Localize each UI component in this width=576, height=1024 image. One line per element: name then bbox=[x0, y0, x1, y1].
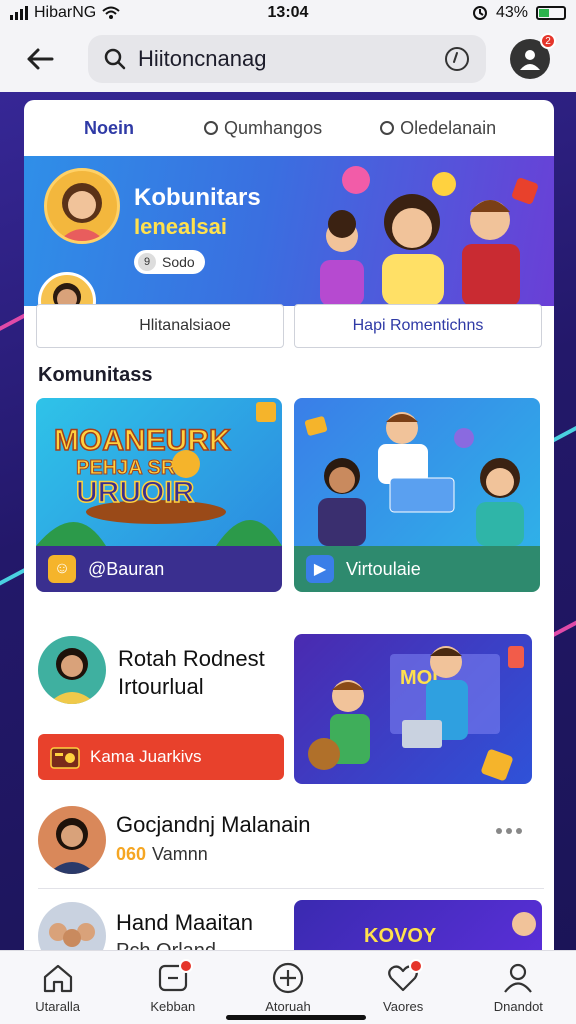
nav-label: Dnandot bbox=[493, 999, 543, 1014]
meta-prefix: 060 bbox=[116, 844, 147, 864]
location-icon bbox=[380, 121, 395, 135]
logo-text-1: MOANEURK bbox=[54, 424, 231, 457]
preview-text: KOVOY bbox=[364, 925, 437, 947]
clock: 13:04 bbox=[267, 4, 309, 21]
banner-avatar bbox=[44, 168, 120, 244]
battery-icon bbox=[536, 6, 566, 20]
tab-label: Oledelanain bbox=[400, 117, 497, 138]
main-card: Noein Qumhangos Oledelanain Kobunitars I… bbox=[24, 100, 554, 952]
promo-artwork[interactable]: MOI bbox=[294, 634, 532, 784]
status-bar: HibarNG 13:04 43% bbox=[0, 0, 576, 26]
woman-avatar-icon bbox=[48, 648, 96, 704]
tab-oledelanain[interactable]: Oledelanain bbox=[380, 118, 496, 139]
plus-circle-icon bbox=[272, 962, 304, 994]
woman-avatar-icon bbox=[48, 818, 96, 874]
feed-action-button[interactable]: Kama Juarkivs bbox=[38, 734, 284, 780]
banner-pill[interactable]: 9 Sodo bbox=[134, 250, 205, 274]
nav-profile[interactable]: Dnandot bbox=[468, 961, 568, 1014]
section-title: Komunitass bbox=[38, 364, 153, 386]
feed-title[interactable]: Hand Maaitan bbox=[116, 910, 253, 936]
action-label: Kama Juarkivs bbox=[90, 747, 202, 766]
nav-favorites[interactable]: Vaores bbox=[353, 959, 453, 1014]
community-tile[interactable]: MOANEURK PEHJA SRU URUOIR ☺ @Bauran bbox=[36, 398, 282, 592]
tab-label: Qumhangos bbox=[224, 117, 323, 138]
nav-add[interactable]: Atoruah bbox=[238, 961, 338, 1014]
radio-icon bbox=[50, 747, 80, 769]
back-button[interactable] bbox=[18, 37, 62, 81]
divider bbox=[38, 888, 544, 889]
community-tile[interactable]: ▶ Virtoulaie bbox=[294, 398, 540, 592]
home-icon bbox=[43, 964, 72, 993]
left-action-button[interactable]: Hlitanalsiaoe bbox=[36, 304, 284, 348]
arrow-left-icon bbox=[27, 48, 54, 70]
feed-subtitle: Vamnn bbox=[152, 844, 208, 864]
profile-button[interactable]: 2 bbox=[510, 33, 556, 79]
feed-title[interactable]: Rotah Rodnest bbox=[118, 646, 265, 672]
notification-badge bbox=[178, 959, 193, 973]
home-indicator bbox=[226, 1015, 366, 1020]
nav-label: Utaralla bbox=[35, 999, 80, 1014]
banner-buttons: Hlitanalsiaoe Hapi Romentichns bbox=[36, 304, 542, 348]
feed-avatar[interactable] bbox=[38, 902, 106, 952]
voice-search-icon[interactable] bbox=[444, 46, 470, 72]
teacher-student-illustration: MOI bbox=[308, 646, 524, 781]
pill-label: Sodo bbox=[162, 254, 195, 270]
community-banner[interactable]: Kobunitars Ienealsai 9 Sodo bbox=[24, 156, 554, 306]
banner-subtitle: Ienealsai bbox=[134, 214, 227, 239]
video-icon: ▶ bbox=[306, 555, 334, 583]
nav-label: Kebban bbox=[150, 999, 196, 1014]
banner-title: Kobunitars bbox=[134, 184, 261, 211]
feed-subtitle: Irtourlual bbox=[118, 674, 204, 699]
person-icon bbox=[520, 50, 540, 70]
tile-artwork: MOANEURK PEHJA SRU URUOIR bbox=[36, 398, 282, 546]
woman-avatar-icon bbox=[59, 183, 105, 241]
group-avatar-icon bbox=[49, 923, 95, 947]
tile-label: Virtoulaie bbox=[346, 558, 421, 579]
search-icon bbox=[104, 48, 126, 70]
notification-badge bbox=[409, 959, 424, 973]
nav-chat[interactable]: Kebban bbox=[123, 959, 223, 1014]
nav-label: Vaores bbox=[383, 999, 424, 1014]
right-action-button[interactable]: Hapi Romentichns bbox=[294, 304, 542, 348]
tab-noein[interactable]: Noein bbox=[84, 118, 134, 139]
notification-badge: 2 bbox=[540, 33, 556, 49]
tile-footer: ☺ @Bauran bbox=[36, 546, 282, 592]
nav-home[interactable]: Utaralla bbox=[8, 961, 108, 1014]
preview-artwork: KOVOY bbox=[364, 912, 536, 947]
tile-footer: ▶ Virtoulaie bbox=[294, 546, 540, 592]
smiley-icon: ☺ bbox=[48, 555, 76, 583]
pill-icon: 9 bbox=[138, 253, 156, 271]
search-bar[interactable] bbox=[88, 35, 486, 83]
more-options-icon[interactable] bbox=[496, 828, 522, 834]
tab-bar: Noein Qumhangos Oledelanain bbox=[24, 100, 554, 156]
kids-reading-illustration bbox=[304, 412, 524, 546]
tile-artwork bbox=[294, 398, 540, 546]
feed-avatar[interactable] bbox=[38, 806, 106, 874]
preview-card[interactable]: KOVOY bbox=[294, 900, 542, 952]
feed-title[interactable]: Gocjandnj Malanain bbox=[116, 812, 310, 838]
family-illustration bbox=[320, 166, 538, 306]
feed-meta: 060 Vamnn bbox=[116, 844, 208, 865]
nav-label: Atoruah bbox=[265, 999, 311, 1014]
feed-avatar[interactable] bbox=[38, 636, 106, 704]
bottom-navigation: Utaralla Kebban Atoruah Vaores Dnandot bbox=[0, 950, 576, 1024]
top-bar: 2 bbox=[0, 26, 576, 92]
game-logo-art: MOANEURK PEHJA SRU URUOIR bbox=[36, 402, 282, 546]
tab-qumhangos[interactable]: Qumhangos bbox=[204, 118, 322, 139]
circle-icon bbox=[204, 121, 219, 135]
tile-label: @Bauran bbox=[88, 558, 165, 579]
person-icon bbox=[504, 963, 533, 993]
logo-text-3: URUOIR bbox=[76, 476, 195, 509]
search-input[interactable] bbox=[138, 46, 444, 72]
